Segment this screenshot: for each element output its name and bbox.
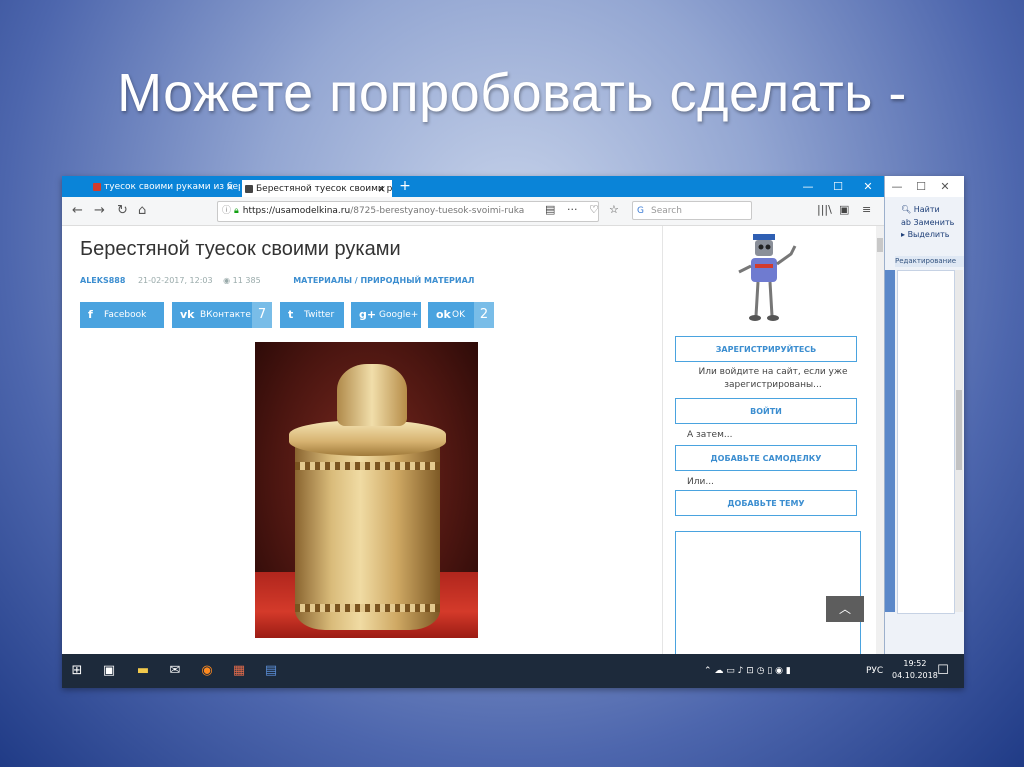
- register-button[interactable]: ЗАРЕГИСТРИРУЙТЕСЬ: [675, 336, 857, 362]
- tray-icons[interactable]: ⌃ ☁ ▭ ♪ ⊡ ◷ ▯ ◉ ▮: [704, 654, 791, 688]
- store-icon[interactable]: ▣: [100, 662, 118, 680]
- select-icon: ▸: [901, 230, 906, 239]
- page-sidebar: ЗАРЕГИСТРИРУЙТЕСЬ Или войдите на сайт, е…: [662, 226, 877, 663]
- page-scrollbar[interactable]: [876, 226, 884, 654]
- editing-group-label: Редактирование: [895, 256, 964, 267]
- library-icon[interactable]: |||\: [817, 203, 832, 216]
- category-link[interactable]: МАТЕРИАЛЫ / ПРИРОДНЫЙ МАТЕРИАЛ: [293, 276, 474, 285]
- language-indicator[interactable]: РУС: [866, 654, 883, 688]
- word-icon[interactable]: ▤: [262, 662, 280, 680]
- word-scrollbar-thumb[interactable]: [956, 390, 962, 470]
- word-side-panel: [885, 270, 895, 612]
- login-button[interactable]: ВОЙТИ: [675, 398, 857, 424]
- reader-view-icon[interactable]: ▤: [545, 203, 555, 216]
- jar-ornament-band: [295, 462, 440, 470]
- word-title-bar: — ☐ ✕: [885, 176, 964, 197]
- author-link[interactable]: ALEKS888: [80, 276, 125, 285]
- bookmark-star-icon[interactable]: ☆: [609, 203, 619, 216]
- screenshot: туесок своими руками из бер × Берестяной…: [62, 176, 964, 688]
- tab-article[interactable]: Берестяной туесок своими р ×: [242, 178, 392, 197]
- mail-icon[interactable]: ✉: [166, 662, 184, 680]
- robot-mascot-icon: [738, 234, 797, 321]
- share-googleplus-button[interactable]: g+ Google+: [351, 302, 421, 328]
- new-tab-button[interactable]: +: [396, 176, 414, 197]
- tab-search[interactable]: туесок своими руками из бер ×: [90, 178, 240, 197]
- lock-icon: 🔒︎: [234, 206, 239, 216]
- start-button[interactable]: ⊞: [68, 662, 86, 680]
- home-icon[interactable]: ⌂: [138, 202, 146, 220]
- pocket-icon[interactable]: ♡: [589, 203, 599, 216]
- forward-icon[interactable]: →: [94, 202, 105, 220]
- replace-button[interactable]: ab Заменить: [901, 217, 954, 230]
- or-text: Или...: [687, 477, 714, 487]
- find-button[interactable]: 🔍︎ Найти: [901, 204, 954, 217]
- share-ok-button[interactable]: ok OK 2: [428, 302, 494, 328]
- page-actions-icon[interactable]: ···: [567, 203, 578, 216]
- share-count: 7: [252, 302, 272, 328]
- maximize-button[interactable]: ☐: [824, 176, 852, 197]
- vk-icon: vk: [180, 308, 195, 321]
- view-count: ◉ 11 385: [223, 276, 261, 285]
- article-date: 21-02-2017, 12:03: [137, 276, 213, 285]
- word-scrollbar[interactable]: [955, 270, 963, 612]
- google-icon: G: [637, 206, 644, 216]
- tab-close-icon[interactable]: ×: [226, 178, 234, 197]
- twitter-icon: t: [288, 308, 294, 321]
- jar-knob: [337, 364, 407, 426]
- slide-title: Можете попробовать сделать -: [117, 63, 907, 123]
- address-bar[interactable]: ⓘ 🔒︎ https://usamodelkina.ru/8725-beresty…: [217, 201, 599, 222]
- ok-icon: ok: [436, 308, 451, 321]
- windows-taskbar: ⊞ ▣ ▬ ✉ ◉ ▦ ▤ ⌃ ☁ ▭ ♪ ⊡ ◷ ▯ ◉ ▮ РУС 19:5…: [62, 654, 964, 688]
- web-page: Берестяной туесок своими руками ALEKS888…: [62, 226, 884, 663]
- birch-bark-box-photo: [255, 342, 478, 638]
- add-craft-button[interactable]: ДОБАВЬТЕ САМОДЕЛКУ: [675, 445, 857, 471]
- search-input[interactable]: G Search: [632, 201, 752, 220]
- minimize-button[interactable]: —: [794, 176, 822, 197]
- binoculars-icon: 🔍︎: [901, 205, 912, 214]
- share-facebook-button[interactable]: f Facebook: [80, 302, 164, 328]
- word-minimize-button[interactable]: —: [885, 176, 909, 197]
- share-twitter-button[interactable]: t Twitter: [280, 302, 344, 328]
- tab-close-icon[interactable]: ×: [378, 180, 386, 197]
- notification-icon[interactable]: ☐: [934, 662, 952, 680]
- share-count: 2: [474, 302, 494, 328]
- article-title: Берестяной туесок своими руками: [80, 238, 401, 260]
- word-close-button[interactable]: ✕: [933, 176, 957, 197]
- sidebar-icon[interactable]: ▣: [839, 203, 849, 216]
- file-explorer-icon[interactable]: ▬: [134, 662, 152, 680]
- back-icon[interactable]: ←: [72, 202, 83, 220]
- word-window: — ☐ ✕ 🔍︎ Найти ab Заменить ▸ Выделить Реда…: [884, 176, 964, 688]
- editing-ribbon: 🔍︎ Найти ab Заменить ▸ Выделить: [901, 204, 954, 242]
- clock[interactable]: 19:52 04.10.2018: [892, 658, 938, 682]
- add-topic-button[interactable]: ДОБАВЬТЕ ТЕМУ: [675, 490, 857, 516]
- googleplus-icon: g+: [359, 308, 377, 321]
- then-text: А затем...: [687, 430, 733, 440]
- login-hint: Или войдите на сайт, если уже зарегистри…: [698, 367, 848, 390]
- reload-icon[interactable]: ↻: [117, 202, 128, 220]
- firefox-icon[interactable]: ◉: [198, 662, 216, 680]
- replace-icon: ab: [901, 217, 911, 227]
- menu-icon[interactable]: ≡: [862, 203, 871, 216]
- powerpoint-icon[interactable]: ▦: [230, 662, 248, 680]
- share-vkontakte-button[interactable]: vk ВКонтакте 7: [172, 302, 272, 328]
- word-maximize-button[interactable]: ☐: [909, 176, 933, 197]
- select-button[interactable]: ▸ Выделить: [901, 229, 954, 242]
- browser-tab-bar: туесок своими руками из бер × Берестяной…: [62, 176, 884, 197]
- yandex-favicon-icon: [93, 183, 101, 191]
- word-document-page[interactable]: [897, 270, 955, 614]
- article-meta: ALEKS888 21-02-2017, 12:03 ◉ 11 385 МАТЕ…: [80, 276, 474, 285]
- facebook-icon: f: [88, 308, 93, 321]
- jar-ornament-band: [295, 604, 440, 612]
- browser-toolbar: ← → ↻ ⌂ ⓘ 🔒︎ https://usamodelkina.ru/8725…: [62, 197, 884, 226]
- site-favicon-icon: [245, 185, 253, 193]
- scroll-to-top-button[interactable]: ︿: [826, 596, 864, 622]
- close-button[interactable]: ✕: [854, 176, 882, 197]
- info-icon[interactable]: ⓘ: [222, 202, 231, 221]
- scrollbar-thumb[interactable]: [877, 238, 883, 252]
